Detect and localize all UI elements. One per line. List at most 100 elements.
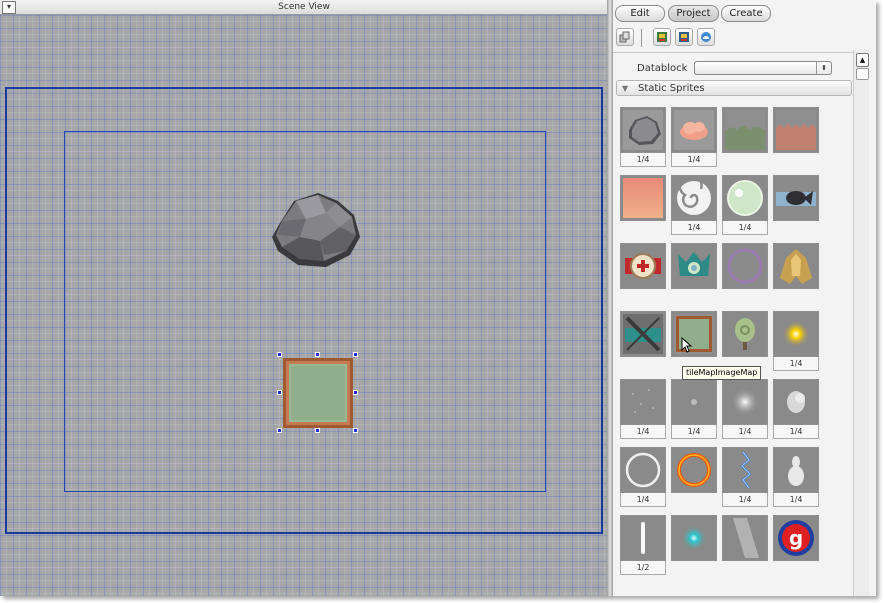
asteroid-thumbnail[interactable]	[620, 107, 666, 153]
tile-map-image-thumbnail[interactable]	[671, 311, 717, 357]
resize-handle-se[interactable]	[353, 428, 358, 433]
cyan-glow-thumbnail[interactable]	[671, 515, 717, 561]
fire-ring-thumbnail[interactable]	[671, 447, 717, 493]
green-bubble-thumbnail[interactable]	[722, 175, 768, 221]
resize-handle-n[interactable]	[315, 352, 320, 357]
asset-tree[interactable]	[722, 311, 768, 357]
asset-red-grass[interactable]	[773, 107, 819, 153]
asset-smoke-puff[interactable]: 1/4	[773, 379, 819, 439]
asset-g-logo[interactable]: g	[773, 515, 819, 561]
gold-ship-thumbnail[interactable]	[773, 243, 819, 289]
asset-dark-fish[interactable]	[773, 175, 819, 221]
asset-tile-map-image[interactable]	[671, 311, 717, 357]
g-logo-thumbnail[interactable]: g	[773, 515, 819, 561]
frame-count: 1/4	[722, 493, 768, 507]
crown-ship-thumbnail[interactable]	[671, 243, 717, 289]
sparkle-dots-thumbnail[interactable]	[620, 379, 666, 425]
dark-fish-thumbnail[interactable]	[773, 175, 819, 221]
asset-small-dot[interactable]: 1/4	[671, 379, 717, 439]
asset-asteroid[interactable]: 1/4	[620, 107, 666, 167]
smoke-puff-thumbnail[interactable]	[773, 379, 819, 425]
asset-sparkle-dots[interactable]: 1/4	[620, 379, 666, 439]
small-dot-thumbnail[interactable]	[671, 379, 717, 425]
asset-lightning[interactable]: 1/4	[722, 447, 768, 507]
lightning-thumbnail[interactable]	[722, 447, 768, 493]
white-ring-thumbnail[interactable]	[620, 447, 666, 493]
asset-white-smoke[interactable]: 1/4	[773, 447, 819, 507]
frame-count: 1/4	[773, 493, 819, 507]
asset-purple-ring[interactable]	[722, 243, 768, 289]
scene-menu-button[interactable]: ▾	[2, 1, 16, 14]
scene-image-alt-icon[interactable]	[675, 28, 693, 46]
asset-white-ring[interactable]: 1/4	[620, 447, 666, 507]
objects-icon[interactable]	[616, 28, 634, 46]
asset-pink-gradient[interactable]	[620, 175, 666, 221]
light-streak-icon	[725, 518, 765, 558]
tree-thumbnail[interactable]	[722, 311, 768, 357]
resize-handle-s[interactable]	[315, 428, 320, 433]
asset-fire-ring[interactable]	[671, 447, 717, 493]
asset-green-bubble[interactable]: 1/4	[722, 175, 768, 235]
asset-gold-ship[interactable]	[773, 243, 819, 289]
pink-cloud-icon	[674, 110, 714, 150]
white-smoke-icon	[776, 450, 816, 490]
pink-gradient-thumbnail[interactable]	[620, 175, 666, 221]
scroll-up-icon[interactable]: ▲	[856, 53, 869, 67]
scroll-thumb[interactable]	[856, 68, 869, 80]
green-hills-thumbnail[interactable]	[722, 107, 768, 153]
star-glow-thumbnail[interactable]	[773, 311, 819, 357]
asset-health-pack[interactable]	[620, 243, 666, 289]
white-smoke-thumbnail[interactable]	[773, 447, 819, 493]
asset-light-streak[interactable]	[722, 515, 768, 561]
asset-star-glow[interactable]: 1/4	[773, 311, 819, 371]
toolbar-separator	[641, 29, 642, 47]
tab-project[interactable]: Project	[668, 5, 719, 22]
scene-view-title: Scene View	[278, 2, 330, 12]
white-glow-thumbnail[interactable]	[722, 379, 768, 425]
asset-tooltip: tileMapImageMap	[682, 366, 762, 380]
resize-handle-w[interactable]	[277, 390, 282, 395]
purple-ring-thumbnail[interactable]	[722, 243, 768, 289]
red-grass-thumbnail[interactable]	[773, 107, 819, 153]
datablock-dropdown[interactable]: ⬍	[694, 61, 832, 75]
asset-crown-ship[interactable]	[671, 243, 717, 289]
asset-light-bar[interactable]: 1/2	[620, 515, 666, 575]
tab-create[interactable]: Create	[721, 5, 771, 22]
asset-white-glow[interactable]: 1/4	[722, 379, 768, 439]
resize-handle-e[interactable]	[353, 390, 358, 395]
scrollbar[interactable]: ▲	[853, 50, 869, 596]
frame-count: 1/4	[620, 153, 666, 167]
asset-teal-ship-broken[interactable]	[620, 311, 666, 357]
light-streak-thumbnail[interactable]	[722, 515, 768, 561]
cyan-glow-icon	[674, 518, 714, 558]
green-hills-icon	[725, 110, 765, 150]
svg-text:g: g	[789, 526, 803, 550]
tab-edit[interactable]: Edit	[615, 5, 665, 22]
teal-ship-broken-thumbnail[interactable]	[620, 311, 666, 357]
frame-count: 1/2	[620, 561, 666, 575]
dropdown-arrow-icon[interactable]: ⬍	[816, 62, 831, 74]
collapse-triangle-icon[interactable]: ▼	[622, 81, 628, 97]
scene-image-icon[interactable]	[653, 28, 671, 46]
white-swirl-thumbnail[interactable]	[671, 175, 717, 221]
rock-sprite[interactable]	[268, 185, 362, 271]
frame-count: 1/4	[722, 425, 768, 439]
selected-tile-sprite[interactable]	[280, 355, 356, 431]
asset-cyan-glow[interactable]	[671, 515, 717, 561]
cloud-icon[interactable]	[697, 28, 715, 46]
purple-ring-icon	[725, 246, 765, 286]
light-bar-thumbnail[interactable]	[620, 515, 666, 561]
editor-window: ▾ Scene View Edit Project Create Datablo…	[0, 0, 876, 596]
asset-green-hills[interactable]	[722, 107, 768, 153]
datablock-label: Datablock	[637, 63, 688, 74]
static-sprites-header[interactable]: ▼ Static Sprites	[616, 80, 852, 96]
resize-handle-ne[interactable]	[353, 352, 358, 357]
pink-cloud-thumbnail[interactable]	[671, 107, 717, 153]
health-pack-thumbnail[interactable]	[620, 243, 666, 289]
resize-handle-sw[interactable]	[277, 428, 282, 433]
scene-canvas[interactable]	[0, 15, 607, 596]
asset-white-swirl[interactable]: 1/4	[671, 175, 717, 235]
asset-pink-cloud[interactable]: 1/4	[671, 107, 717, 167]
resize-handle-nw[interactable]	[277, 352, 282, 357]
health-pack-icon	[623, 246, 663, 286]
